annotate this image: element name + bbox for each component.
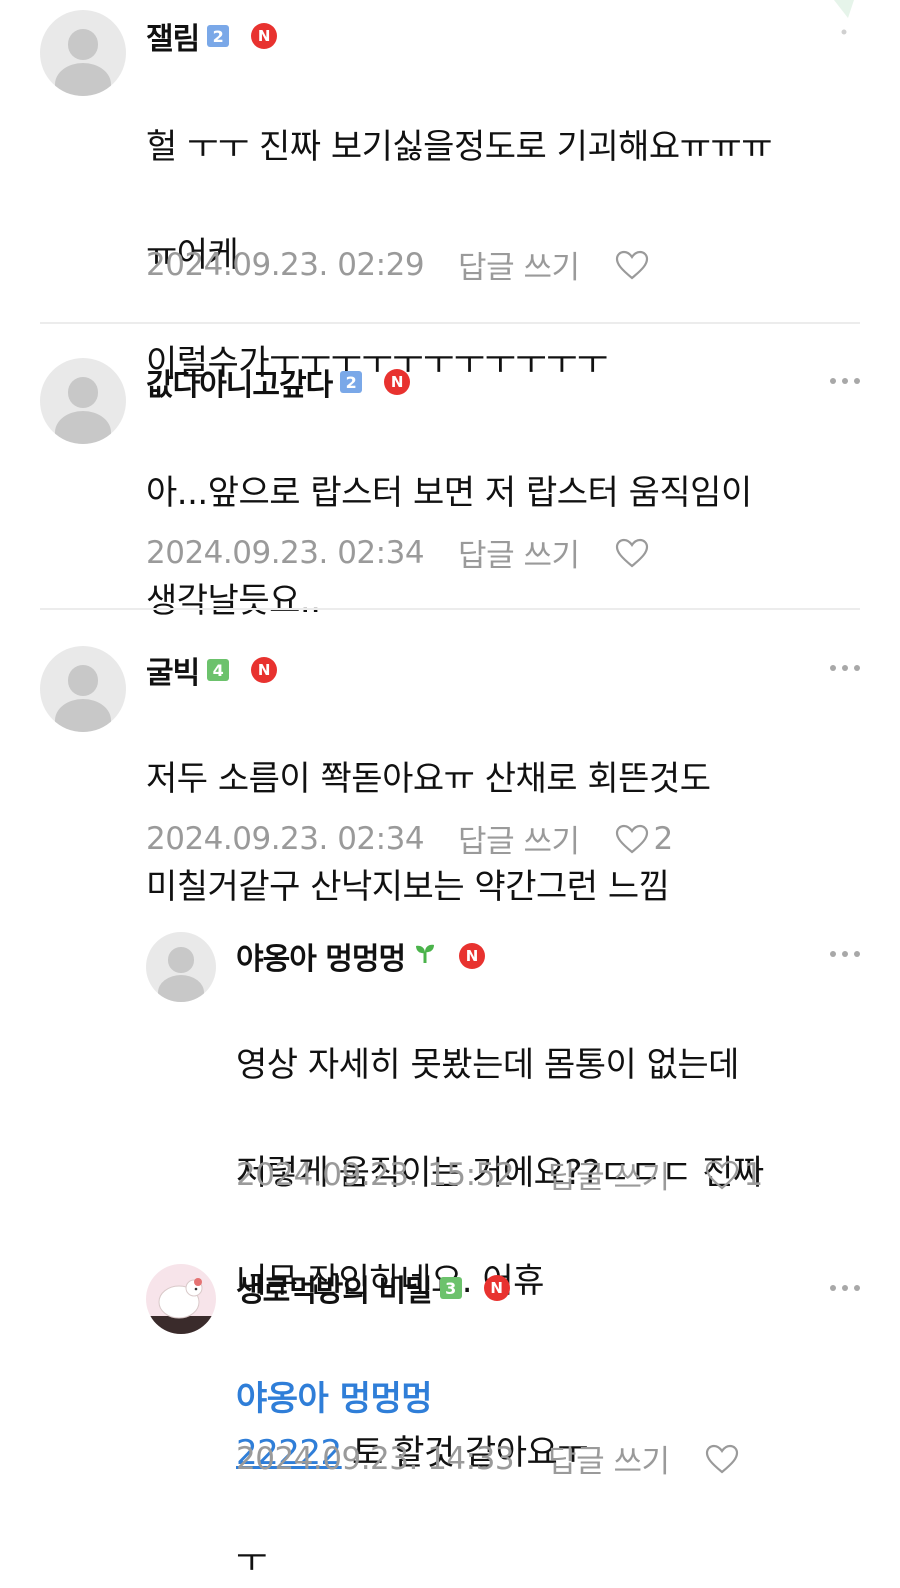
like-button[interactable]: 2 xyxy=(615,820,673,857)
mention-link[interactable]: 야옹아 멍멍멍 xyxy=(236,1379,433,1419)
new-badge: N xyxy=(384,369,411,395)
more-dots-icon[interactable] xyxy=(830,1285,860,1291)
like-button[interactable] xyxy=(705,1444,743,1474)
heart-outline-icon xyxy=(616,250,649,279)
comment-date: 2024.09.23. 02:34 xyxy=(146,534,425,571)
like-button[interactable] xyxy=(615,538,653,568)
reply-button[interactable]: 답글 쓰기 xyxy=(458,242,580,287)
like-count: 1 xyxy=(743,1156,763,1193)
more-dots-icon[interactable] xyxy=(830,378,860,384)
new-badge: N xyxy=(251,23,278,49)
comment-text: 영상 자세히 못봤는데 몸통이 없는데 저렇게 움직이는 거에요??ㄷㄷㄷ 진짜… xyxy=(236,984,764,1308)
level-badge: 4 xyxy=(207,659,230,681)
comment-divider xyxy=(40,608,860,610)
comment-divider xyxy=(40,322,860,324)
profile-avatar-icon[interactable] xyxy=(146,1264,216,1334)
heart-outline-icon xyxy=(616,538,649,567)
sprout-icon xyxy=(413,941,437,971)
like-button[interactable] xyxy=(615,250,653,280)
comment-text: 아...앞으로 랍스터 보면 저 랍스터 움직임이 생각날듯요.. xyxy=(146,412,752,628)
new-badge: N xyxy=(483,1275,510,1301)
like-count: 2 xyxy=(653,820,673,857)
comment-line: 영상 자세히 못봤는데 몸통이 없는데 xyxy=(236,1045,739,1085)
comment-nickname[interactable]: 잴림 xyxy=(146,14,200,58)
default-avatar-icon[interactable] xyxy=(146,932,216,1002)
new-badge: N xyxy=(251,657,278,683)
comment-text: 헐 ㅜㅜ 진짜 보기싫을정도로 기괴해요ㅠㅠㅠ ㅠ어케 이럴수가ㅜㅜㅜㅜㅜㅜㅜㅜ… xyxy=(146,66,773,390)
more-dots-icon[interactable] xyxy=(830,951,860,957)
comment-line: 저두 소름이 쫙돋아요ㅠ 산채로 회뜬것도 xyxy=(146,759,711,799)
comment-line: 생각날듯요.. xyxy=(146,581,321,621)
comment-nickname[interactable]: 생로먹방의 비밀 xyxy=(236,1266,433,1310)
comment-line: 아...앞으로 랍스터 보면 저 랍스터 움직임이 xyxy=(146,473,752,513)
heart-outline-icon xyxy=(706,1444,739,1473)
reply-button[interactable]: 답글 쓰기 xyxy=(458,530,580,575)
comment-nickname[interactable]: 야옹아 멍멍멍 xyxy=(236,934,406,978)
comment-date: 2024.09.23. 02:34 xyxy=(146,820,425,857)
comment-nickname[interactable]: 굴빅 xyxy=(146,648,200,692)
comment-date: 2024.09.23. 02:29 xyxy=(146,246,425,283)
heart-outline-icon xyxy=(706,1160,739,1189)
comment-line: 미칠거같구 산낙지보는 약간그런 느낌 xyxy=(146,867,670,907)
level-badge: 3 xyxy=(439,1277,462,1299)
comment-line: ㅜ xyxy=(236,1541,267,1581)
reply-button[interactable]: 답글 쓰기 xyxy=(548,1152,670,1197)
more-dots-icon[interactable] xyxy=(830,665,860,671)
default-avatar-icon[interactable] xyxy=(40,10,126,96)
reply-button[interactable]: 답글 쓰기 xyxy=(548,1436,670,1481)
comment-text: 저두 소름이 쫙돋아요ㅠ 산채로 회뜬것도 미칠거같구 산낙지보는 약간그런 느… xyxy=(146,698,711,914)
level-badge: 2 xyxy=(340,371,363,393)
like-button[interactable]: 1 xyxy=(705,1156,763,1193)
level-badge: 2 xyxy=(207,25,230,47)
reply-button[interactable]: 답글 쓰기 xyxy=(458,816,580,861)
new-badge: N xyxy=(459,943,486,969)
default-avatar-icon[interactable] xyxy=(40,358,126,444)
comment-line: 헐 ㅜㅜ 진짜 보기싫을정도로 기괴해요ㅠㅠㅠ xyxy=(146,127,773,167)
default-avatar-icon[interactable] xyxy=(40,646,126,732)
comment-date: 2024.09.23. 14:33 xyxy=(236,1440,515,1477)
corner-decoration-icon xyxy=(834,0,854,35)
heart-outline-icon xyxy=(616,824,649,853)
comment-nickname[interactable]: 값다아니고갚다 xyxy=(146,360,333,404)
comment-date: 2024.09.23. 15:52 xyxy=(236,1156,515,1193)
